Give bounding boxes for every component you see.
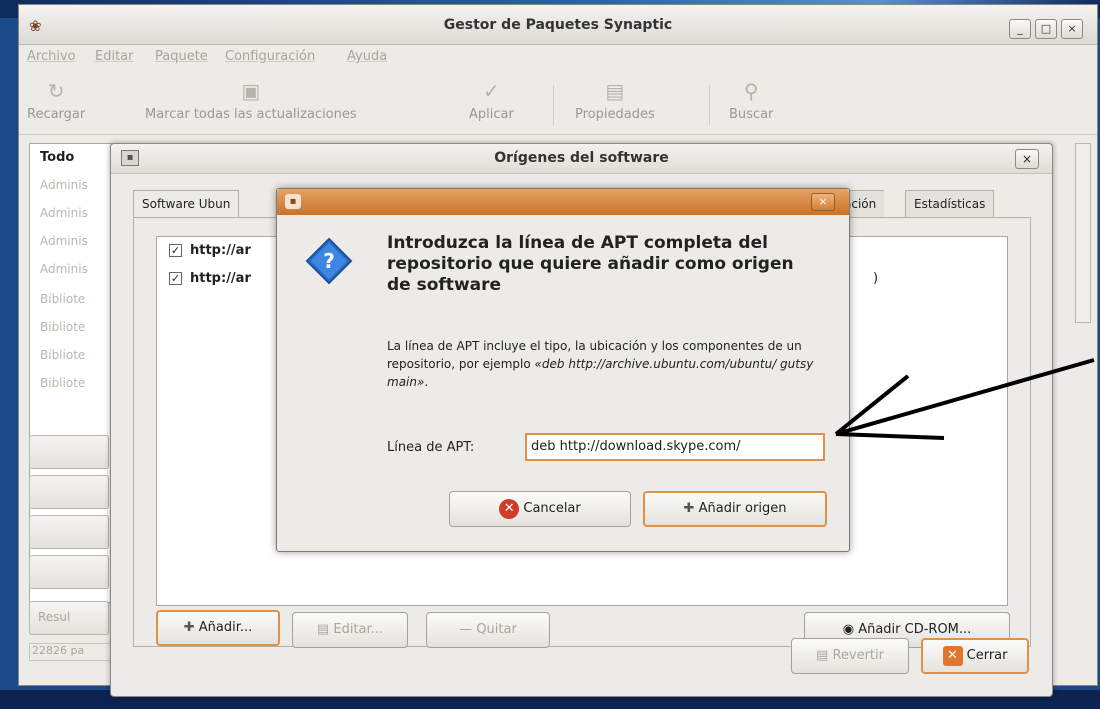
- reload-icon: ↻: [47, 79, 65, 103]
- repo-checkbox[interactable]: ✓: [169, 244, 182, 257]
- apt-line-input[interactable]: deb http://download.skype.com/: [525, 433, 825, 461]
- repo-checkbox[interactable]: ✓: [169, 272, 182, 285]
- category-item[interactable]: Bibliote: [40, 292, 85, 306]
- repo-row-tail: ): [873, 271, 879, 286]
- category-header-all[interactable]: Todo: [40, 150, 74, 165]
- toolbar-separator: [709, 85, 710, 125]
- status-bar: 22826 pa: [29, 643, 121, 661]
- filter-button[interactable]: [29, 475, 109, 509]
- repo-row[interactable]: ✓ http://ar: [169, 271, 251, 286]
- apply-button[interactable]: ✓ Aplicar: [469, 79, 514, 122]
- window-title: Gestor de Paquetes Synaptic: [443, 17, 673, 33]
- maximize-button[interactable]: □: [1035, 19, 1057, 39]
- revert-icon: ▤: [816, 648, 829, 663]
- tab-ubuntu-software[interactable]: Software Ubun: [133, 190, 240, 218]
- edit-repo-button[interactable]: ▤ Editar...: [292, 612, 408, 648]
- apt-dialog-icon: ▪: [285, 194, 301, 209]
- apt-description: La línea de APT incluye el tipo, la ubic…: [387, 339, 814, 389]
- category-item[interactable]: Adminis: [40, 234, 88, 248]
- category-item[interactable]: Bibliote: [40, 376, 85, 390]
- apt-line-value: deb http://download.skype.com/: [531, 439, 741, 454]
- cdrom-icon: ◉: [842, 622, 855, 637]
- cancel-button[interactable]: ✕ Cancelar: [449, 491, 631, 527]
- menu-editar[interactable]: Editar: [95, 49, 134, 64]
- menu-paquete[interactable]: Paquete: [155, 49, 208, 64]
- reload-button[interactable]: ↻ Recargar: [27, 79, 85, 122]
- add-icon: ✚: [183, 620, 195, 635]
- tab-statistics[interactable]: Estadísticas: [905, 190, 995, 218]
- apt-line-label: Línea de APT:: [387, 440, 475, 455]
- category-item[interactable]: Adminis: [40, 262, 88, 276]
- search-icon: ⚲: [743, 79, 759, 103]
- sources-title: Orígenes del software: [494, 150, 669, 166]
- menu-configuracion[interactable]: Configuración: [225, 49, 315, 64]
- close-sources-button[interactable]: ✕ Cerrar: [921, 638, 1029, 674]
- mark-all-updates-button[interactable]: ▣ Marcar todas las actualizaciones: [145, 79, 357, 122]
- menu-bar: Archivo Editar Paquete Configuración Ayu…: [19, 45, 1097, 71]
- minimize-button[interactable]: _: [1009, 19, 1031, 39]
- filter-button[interactable]: [29, 515, 109, 549]
- properties-button[interactable]: ▤ Propiedades: [575, 79, 655, 122]
- annotation-arrow: [834, 358, 1095, 440]
- check-icon: ✓: [483, 79, 500, 103]
- svg-text:?: ?: [323, 249, 335, 273]
- add-icon: ✚: [683, 501, 695, 516]
- apt-titlebar: ▪ ×: [277, 189, 849, 215]
- close-window-button[interactable]: ×: [1061, 19, 1083, 39]
- remove-icon: —: [459, 622, 473, 637]
- search-button[interactable]: ⚲ Buscar: [729, 79, 773, 122]
- category-item[interactable]: Adminis: [40, 178, 88, 192]
- revert-button[interactable]: ▤ Revertir: [791, 638, 909, 674]
- question-icon: ?: [305, 237, 353, 285]
- add-repo-button[interactable]: ✚ Añadir...: [156, 610, 280, 646]
- category-item[interactable]: Bibliote: [40, 320, 85, 334]
- filter-button[interactable]: [29, 555, 109, 589]
- filter-button[interactable]: [29, 435, 109, 469]
- window-titlebar: ❀ Gestor de Paquetes Synaptic _ □ ×: [19, 5, 1097, 45]
- cancel-icon: ✕: [499, 498, 520, 519]
- close-icon: ✕: [942, 645, 963, 666]
- category-item[interactable]: Bibliote: [40, 348, 85, 362]
- menu-archivo[interactable]: Archivo: [27, 49, 76, 64]
- toolbar-separator: [553, 85, 554, 125]
- apt-line-dialog: ▪ × ? Introduzca la línea de APT complet…: [276, 188, 850, 552]
- package-list-scrollbar[interactable]: [1075, 143, 1091, 323]
- properties-icon: ▤: [605, 79, 625, 103]
- custom-filter-button[interactable]: Resul: [29, 601, 109, 635]
- apt-close-icon[interactable]: ×: [811, 193, 835, 211]
- edit-icon: ▤: [316, 622, 330, 637]
- add-source-button[interactable]: ✚ Añadir origen: [643, 491, 827, 527]
- menu-ayuda[interactable]: Ayuda: [347, 49, 387, 64]
- category-item[interactable]: Adminis: [40, 206, 88, 220]
- sources-titlebar: ▪ Orígenes del software ×: [111, 144, 1052, 174]
- mark-updates-icon: ▣: [241, 79, 261, 103]
- remove-repo-button[interactable]: — Quitar: [426, 612, 550, 648]
- sources-close-icon[interactable]: ×: [1015, 149, 1039, 169]
- toolbar: ↻ Recargar ▣ Marcar todas las actualizac…: [19, 73, 1097, 135]
- apt-heading: Introduzca la línea de APT completa del …: [387, 233, 794, 295]
- repo-row[interactable]: ✓ http://ar: [169, 243, 251, 258]
